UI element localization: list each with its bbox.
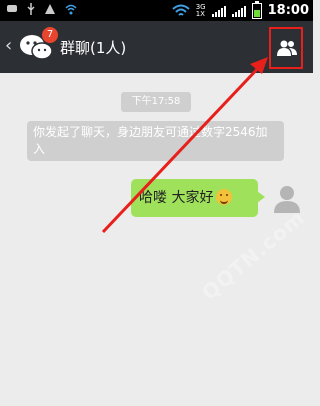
status-notifications xyxy=(6,2,78,16)
back-button[interactable]: ‹ xyxy=(5,35,12,56)
cell-signal-icon xyxy=(211,5,226,17)
smile-emoji-icon xyxy=(216,189,233,205)
alert-icon xyxy=(45,4,55,14)
my-message-bubble[interactable]: 哈喽 大家好 xyxy=(131,179,265,217)
usb-icon xyxy=(27,3,35,15)
watermark: QQTN.com xyxy=(197,205,310,305)
unread-badge: 7 xyxy=(42,27,58,43)
group-members-icon xyxy=(277,40,297,56)
chat-area[interactable]: 下午17:58 你发起了聊天，身边朋友可通过数字2546加入 哈喽 大家好 QQ… xyxy=(0,73,313,406)
message-timestamp: 下午17:58 xyxy=(121,92,191,112)
chat-title: 群聊(1人) xyxy=(60,39,127,57)
system-message: 你发起了聊天，身边朋友可通过数字2546加入 xyxy=(27,121,284,161)
message-text: 哈喽 大家好 xyxy=(139,190,214,206)
chat-header: ‹ 7 群聊(1人) xyxy=(0,21,313,73)
status-bar: 3G 1X 18:00 xyxy=(0,0,313,21)
my-avatar[interactable] xyxy=(271,183,303,215)
cell-signal-2-icon xyxy=(231,5,246,17)
status-time: 18:00 xyxy=(267,3,309,18)
group-members-button[interactable] xyxy=(269,27,303,69)
network-type: 3G 1X xyxy=(195,2,206,18)
wifi-signal-icon xyxy=(65,4,77,15)
battery-icon xyxy=(251,0,262,19)
chat-notification-icon xyxy=(7,5,17,12)
wifi-icon xyxy=(172,4,190,16)
